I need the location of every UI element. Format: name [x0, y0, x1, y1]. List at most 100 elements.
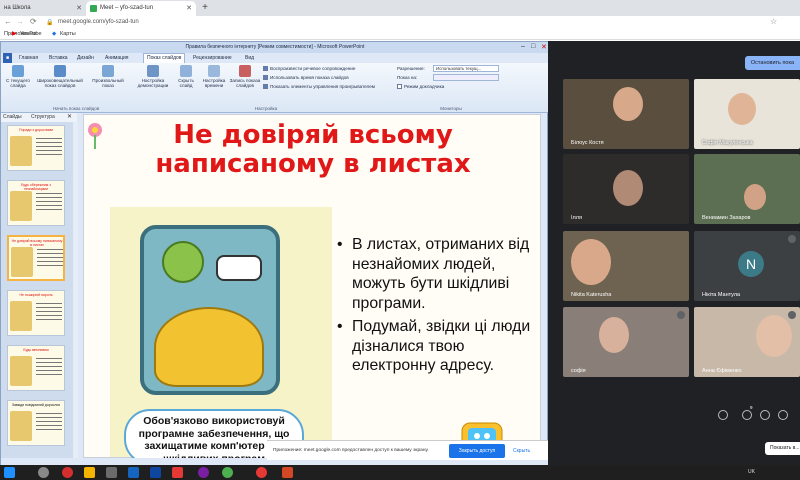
- url-field[interactable]: meet.google.com/yfo-szad-tun: [58, 17, 139, 28]
- store-icon[interactable]: [106, 467, 117, 478]
- tab-label: на Школа: [4, 5, 31, 11]
- slide-thumbnails[interactable]: Поради з дорослими Будь обережним з незн…: [1, 122, 73, 458]
- tab-home[interactable]: Главная: [19, 53, 38, 63]
- thumbnail-title: Будь обережним з незнайомцями: [21, 183, 51, 191]
- app-icon[interactable]: [150, 467, 161, 478]
- tab-view[interactable]: Вид: [245, 53, 254, 63]
- star-icon[interactable]: ☆: [770, 17, 777, 26]
- tab-outline[interactable]: Структура: [31, 113, 55, 122]
- timings-checkbox[interactable]: Использовать время показа слайдов: [263, 75, 349, 81]
- participant-name: Білоус Костя: [571, 140, 604, 146]
- browser-tab-meet[interactable]: Meet – yfo-szad-tun ✕: [86, 1, 196, 16]
- slide-thumbnail[interactable]: Будь ввічливим: [7, 345, 65, 391]
- hide-notification-link[interactable]: Скрыть: [513, 444, 530, 458]
- file-menu-button[interactable]: ■: [3, 53, 13, 63]
- from-current-slide-button[interactable]: С текущего слайда: [3, 65, 33, 88]
- record-app-icon[interactable]: [62, 467, 73, 478]
- stop-presenting-button[interactable]: Остановить пока: [745, 56, 800, 70]
- bookmark-maps[interactable]: Карты: [60, 29, 76, 40]
- chat-icon[interactable]: [760, 410, 770, 420]
- opera-icon[interactable]: [256, 467, 267, 478]
- participant-count-badge: 9: [750, 405, 753, 410]
- tab-animation[interactable]: Анимация: [105, 53, 128, 63]
- back-icon[interactable]: ←: [4, 17, 12, 26]
- participant-avatar: N: [738, 251, 764, 277]
- participant-tile[interactable]: N Нікіта Мантула: [694, 231, 800, 301]
- stop-sharing-button[interactable]: Закрыть доступ: [449, 444, 505, 458]
- show-on-select[interactable]: [433, 74, 499, 81]
- people-icon[interactable]: [742, 410, 752, 420]
- tab-slide-show[interactable]: Показ слайдов: [143, 53, 186, 63]
- tab-insert[interactable]: Вставка: [49, 53, 68, 63]
- slideshow-icon: [12, 65, 24, 77]
- participant-tile[interactable]: Nikita Katerusha: [563, 231, 689, 301]
- close-icon[interactable]: ✕: [541, 43, 547, 51]
- chrome-icon[interactable]: [222, 467, 233, 478]
- participant-name: Софія Макуленська: [702, 140, 753, 146]
- lock-icon: 🔒: [46, 20, 54, 26]
- participant-tile[interactable]: Білоус Костя: [563, 79, 689, 149]
- participant-video: [599, 317, 629, 353]
- hide-slide-button[interactable]: Скрыть слайд: [173, 65, 199, 88]
- custom-show-icon: [102, 65, 114, 77]
- button-label: Настройка демонстрации: [137, 78, 169, 88]
- start-icon[interactable]: [4, 467, 15, 478]
- record-show-button[interactable]: Запись показа слайдов: [229, 65, 261, 88]
- virus-icon: [162, 241, 204, 283]
- activities-icon[interactable]: [778, 410, 788, 420]
- clock-icon: [208, 65, 220, 77]
- browser-tab-school[interactable]: на Школа ✕: [0, 1, 86, 16]
- slide-thumbnail[interactable]: Будь обережним з незнайомцями: [7, 180, 65, 226]
- rehearse-timings-button[interactable]: Настройка времени: [201, 65, 227, 88]
- thumbnails-scrollbar[interactable]: [73, 122, 78, 458]
- narration-checkbox[interactable]: Воспроизвести речевое сопровождение: [263, 66, 355, 72]
- language-indicator[interactable]: UK: [748, 469, 755, 475]
- bookmark-youtube[interactable]: YouTube: [20, 29, 42, 40]
- participant-name: Ілля: [571, 215, 582, 221]
- setup-show-button[interactable]: Настройка демонстрации: [135, 65, 171, 88]
- yandex-browser-icon[interactable]: [172, 467, 183, 478]
- participant-video: [756, 315, 792, 357]
- file-explorer-icon[interactable]: [84, 467, 95, 478]
- powerpoint-icon[interactable]: [282, 467, 293, 478]
- participant-tile[interactable]: Анна Єфіменко: [694, 307, 800, 377]
- participant-tile[interactable]: софія: [563, 307, 689, 377]
- slide-thumbnail[interactable]: Завжди повідомляй дорослих: [7, 400, 65, 446]
- checkbox-label: Воспроизвести речевое сопровождение: [270, 66, 356, 71]
- tab-design[interactable]: Дизайн: [77, 53, 94, 63]
- new-tab-button[interactable]: +: [199, 2, 211, 14]
- checkbox-icon: [263, 75, 268, 80]
- custom-show-button[interactable]: Произвольный показ: [87, 65, 129, 88]
- viber-icon[interactable]: [198, 467, 209, 478]
- close-icon[interactable]: ✕: [67, 113, 72, 122]
- button-label: С текущего слайда: [6, 78, 30, 88]
- close-icon[interactable]: ✕: [186, 1, 192, 16]
- search-icon[interactable]: [38, 467, 49, 478]
- participant-tile[interactable]: Вениамин Захаров: [694, 154, 800, 224]
- youtube-icon: ▶: [12, 31, 17, 37]
- hand-pointer-icon: [216, 255, 262, 281]
- media-controls-checkbox[interactable]: Показать элементы управления проигрывате…: [263, 84, 375, 90]
- slide-thumbnail[interactable]: Поради з дорослими: [7, 125, 65, 171]
- present-now-button[interactable]: Показать в...: [765, 442, 800, 455]
- resolution-select[interactable]: Использовать текущ...: [433, 65, 499, 72]
- tab-review[interactable]: Рецензирование: [193, 53, 232, 63]
- app-icon[interactable]: [128, 467, 139, 478]
- info-icon[interactable]: [718, 410, 728, 420]
- broadcast-button[interactable]: Широковещательный показ слайдов: [37, 65, 83, 88]
- record-icon: [239, 65, 251, 77]
- tab-slides[interactable]: Слайды: [3, 113, 22, 122]
- participant-tile[interactable]: Ілля: [563, 154, 689, 224]
- maximize-icon[interactable]: □: [531, 43, 535, 50]
- close-icon[interactable]: ✕: [76, 1, 82, 16]
- forward-icon[interactable]: →: [16, 17, 24, 26]
- meet-logo-icon: [90, 5, 97, 12]
- minimize-icon[interactable]: –: [521, 43, 525, 50]
- presenter-mode-checkbox[interactable]: Режим докладчика: [397, 84, 444, 90]
- slide-thumbnail-selected[interactable]: Не довіряй всьому написаному в листах: [7, 235, 65, 281]
- participant-name: Анна Єфіменко: [702, 368, 742, 374]
- slide-thumbnail[interactable]: Не поширюй пароль: [7, 290, 65, 336]
- participant-tile[interactable]: Софія Макуленська: [694, 79, 800, 149]
- reload-icon[interactable]: ⟳: [30, 17, 37, 26]
- participant-video: [571, 239, 611, 285]
